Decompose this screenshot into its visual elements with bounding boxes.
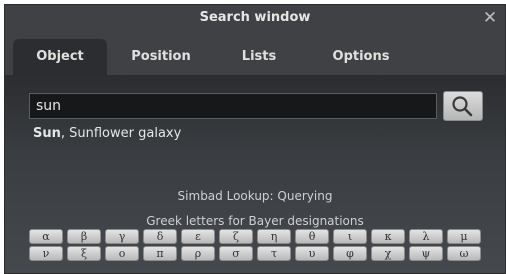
greek-key-epsilon[interactable]: ε — [181, 229, 215, 244]
greek-key-gamma[interactable]: γ — [105, 229, 139, 244]
close-icon[interactable]: ✕ — [481, 5, 499, 31]
greek-key-xi[interactable]: ξ — [67, 246, 101, 261]
tab-options[interactable]: Options — [311, 39, 411, 75]
search-icon — [452, 96, 473, 117]
search-result[interactable]: Sun, Sunflower galaxy — [33, 125, 181, 143]
greek-row-2: ν ξ ο π ρ σ τ υ φ χ ψ ω — [29, 246, 485, 261]
greek-key-omicron[interactable]: ο — [105, 246, 139, 261]
greek-key-phi[interactable]: φ — [333, 246, 367, 261]
greek-key-upsilon[interactable]: υ — [295, 246, 329, 261]
greek-key-kappa[interactable]: κ — [371, 229, 405, 244]
greek-key-delta[interactable]: δ — [143, 229, 177, 244]
greek-key-pi[interactable]: π — [143, 246, 177, 261]
tab-position[interactable]: Position — [115, 39, 207, 75]
greek-key-alpha[interactable]: α — [29, 229, 63, 244]
greek-key-nu[interactable]: ν — [29, 246, 63, 261]
greek-key-mu[interactable]: μ — [447, 229, 481, 244]
search-input[interactable] — [29, 93, 437, 119]
result-primary: Sun — [33, 126, 61, 141]
greek-key-iota[interactable]: ι — [333, 229, 367, 244]
greek-key-eta[interactable]: η — [257, 229, 291, 244]
greek-keyboard: α β γ δ ε ζ η θ ι κ λ μ ν ξ ο π ρ σ τ υ … — [29, 229, 485, 263]
greek-key-tau[interactable]: τ — [257, 246, 291, 261]
search-window: Search window ✕ Object Position Lists Op… — [4, 4, 506, 274]
title-bar: Search window ✕ — [5, 5, 505, 31]
search-button[interactable] — [443, 91, 483, 121]
object-tab-panel: Sun, Sunflower galaxy Simbad Lookup: Que… — [5, 75, 505, 273]
greek-key-beta[interactable]: β — [67, 229, 101, 244]
greek-key-psi[interactable]: ψ — [409, 246, 443, 261]
greek-letters-title: Greek letters for Bayer designations — [146, 214, 364, 228]
greek-row-1: α β γ δ ε ζ η θ ι κ λ μ — [29, 229, 485, 244]
greek-key-sigma[interactable]: σ — [219, 246, 253, 261]
tab-object[interactable]: Object — [13, 39, 107, 75]
greek-key-chi[interactable]: χ — [371, 246, 405, 261]
tab-lists[interactable]: Lists — [219, 39, 299, 75]
result-secondary: , Sunflower galaxy — [60, 126, 182, 141]
window-title: Search window — [199, 10, 311, 25]
tab-bar: Object Position Lists Options — [5, 31, 505, 75]
greek-key-rho[interactable]: ρ — [181, 246, 215, 261]
greek-key-lambda[interactable]: λ — [409, 229, 443, 244]
greek-key-omega[interactable]: ω — [447, 246, 481, 261]
greek-key-zeta[interactable]: ζ — [219, 229, 253, 244]
simbad-status: Simbad Lookup: Querying — [177, 189, 333, 203]
greek-key-theta[interactable]: θ — [295, 229, 329, 244]
